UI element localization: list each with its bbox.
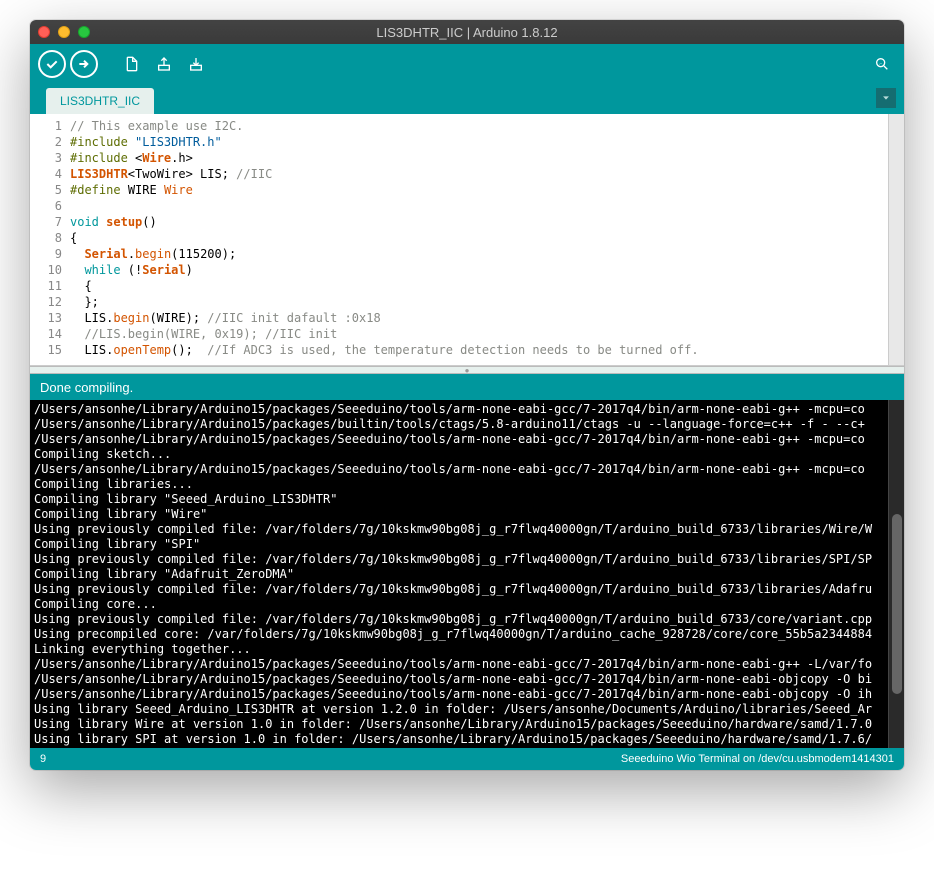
save-sketch-button[interactable] xyxy=(182,50,210,78)
status-message: Done compiling. xyxy=(40,380,133,395)
tab-sketch[interactable]: LIS3DHTR_IIC xyxy=(46,88,154,114)
chevron-down-icon xyxy=(881,93,891,103)
file-icon xyxy=(124,56,140,72)
upload-button[interactable] xyxy=(70,50,98,78)
toolbar: .- xyxy=(30,44,904,84)
footer-bar: 9 Seeeduino Wio Terminal on /dev/cu.usbm… xyxy=(30,748,904,770)
maximize-window-button[interactable] xyxy=(78,26,90,38)
window-title: LIS3DHTR_IIC | Arduino 1.8.12 xyxy=(30,25,904,40)
open-sketch-button[interactable] xyxy=(150,50,178,78)
grip-icon: ● xyxy=(465,366,470,375)
scrollbar-thumb[interactable] xyxy=(892,514,902,694)
code-editor[interactable]: 123456789101112131415 // This example us… xyxy=(30,114,904,366)
verify-button[interactable] xyxy=(38,50,66,78)
arrow-right-icon xyxy=(76,56,92,72)
app-window: LIS3DHTR_IIC | Arduino 1.8.12 .- xyxy=(30,20,904,770)
console-text: /Users/ansonhe/Library/Arduino15/package… xyxy=(30,400,888,748)
minimize-window-button[interactable] xyxy=(58,26,70,38)
tab-bar: LIS3DHTR_IIC xyxy=(30,84,904,114)
output-console[interactable]: /Users/ansonhe/Library/Arduino15/package… xyxy=(30,400,904,748)
close-window-button[interactable] xyxy=(38,26,50,38)
magnifier-icon: .- xyxy=(874,56,890,72)
editor-scrollbar[interactable] xyxy=(888,114,904,365)
svg-text:.-: .- xyxy=(879,61,882,67)
new-sketch-button[interactable] xyxy=(118,50,146,78)
console-scrollbar[interactable] xyxy=(888,400,904,748)
window-controls xyxy=(38,26,90,38)
arrow-down-icon xyxy=(188,56,204,72)
serial-monitor-button[interactable]: .- xyxy=(868,50,896,78)
check-icon xyxy=(44,56,60,72)
status-bar: Done compiling. xyxy=(30,374,904,400)
code-area[interactable]: // This example use I2C.#include "LIS3DH… xyxy=(70,114,888,365)
titlebar: LIS3DHTR_IIC | Arduino 1.8.12 xyxy=(30,20,904,44)
arrow-up-icon xyxy=(156,56,172,72)
pane-splitter[interactable]: ● xyxy=(30,366,904,374)
board-port-indicator: Seeeduino Wio Terminal on /dev/cu.usbmod… xyxy=(621,753,894,765)
cursor-line-indicator: 9 xyxy=(40,753,46,765)
line-number-gutter: 123456789101112131415 xyxy=(30,114,70,365)
tab-menu-button[interactable] xyxy=(876,88,896,108)
